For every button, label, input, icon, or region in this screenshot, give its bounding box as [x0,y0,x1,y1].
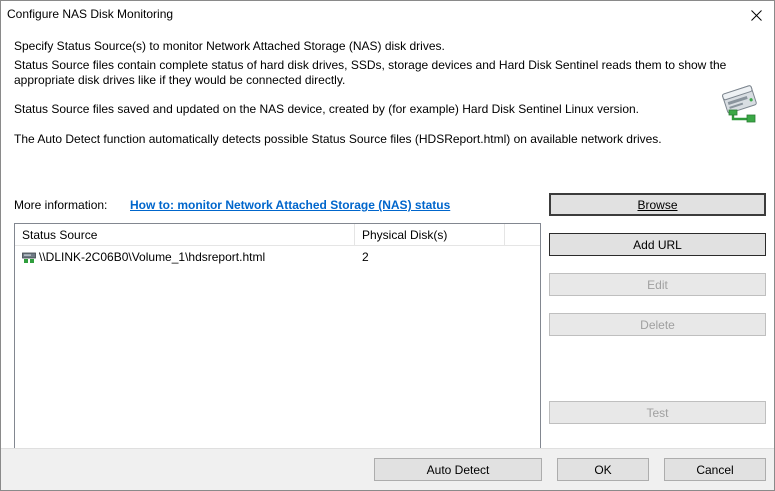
close-icon [750,9,762,21]
list-item[interactable]: \\DLINK-2C06B0\Volume_1\hdsreport.html 2 [15,248,540,266]
cancel-button[interactable]: Cancel [664,458,766,481]
browse-button-label: Browse [637,197,678,212]
delete-button[interactable]: Delete [549,313,766,336]
description-line-5: The Auto Detect function automatically d… [14,132,662,146]
status-source-path: \\DLINK-2C06B0\Volume_1\hdsreport.html [39,250,266,264]
title-bar: Configure NAS Disk Monitoring [1,1,774,29]
delete-button-label: Delete [640,317,675,332]
status-source-list[interactable]: Status Source Physical Disk(s) \\DLINK-2… [14,223,541,460]
auto-detect-button-label: Auto Detect [426,462,490,477]
test-button-label: Test [646,405,669,420]
add-url-button-label: Add URL [633,237,682,252]
nas-howto-link[interactable]: How to: monitor Network Attached Storage… [130,198,450,212]
auto-detect-button[interactable]: Auto Detect [374,458,542,481]
browse-button[interactable]: Browse [549,193,766,216]
description-line-1: Specify Status Source(s) to monitor Netw… [14,39,445,53]
ok-button-label: OK [594,462,612,477]
nas-drive-icon [22,251,36,269]
nas-device-icon [722,85,757,123]
more-information-label: More information: [14,198,108,212]
cancel-button-label: Cancel [696,462,734,477]
edit-button-label: Edit [647,277,668,292]
test-button[interactable]: Test [549,401,766,424]
description-line-3: appropriate disk drives like if they wou… [14,73,346,87]
dialog-content: Specify Status Source(s) to monitor Netw… [1,29,774,460]
description-line-2: Status Source files contain complete sta… [14,58,727,72]
edit-button[interactable]: Edit [549,273,766,296]
add-url-button[interactable]: Add URL [549,233,766,256]
column-header-physical-disks[interactable]: Physical Disk(s) [355,224,505,246]
description-line-4: Status Source files saved and updated on… [14,102,640,116]
dialog-window: Configure NAS Disk Monitoring Specify St… [0,0,775,491]
dialog-footer: Auto Detect OK Cancel [1,448,774,490]
ok-button[interactable]: OK [557,458,649,481]
column-header-status-source[interactable]: Status Source [15,224,355,246]
window-title: Configure NAS Disk Monitoring [7,7,174,21]
close-button[interactable] [738,1,774,29]
physical-disk-count: 2 [362,250,369,264]
list-header: Status Source Physical Disk(s) [15,224,540,246]
